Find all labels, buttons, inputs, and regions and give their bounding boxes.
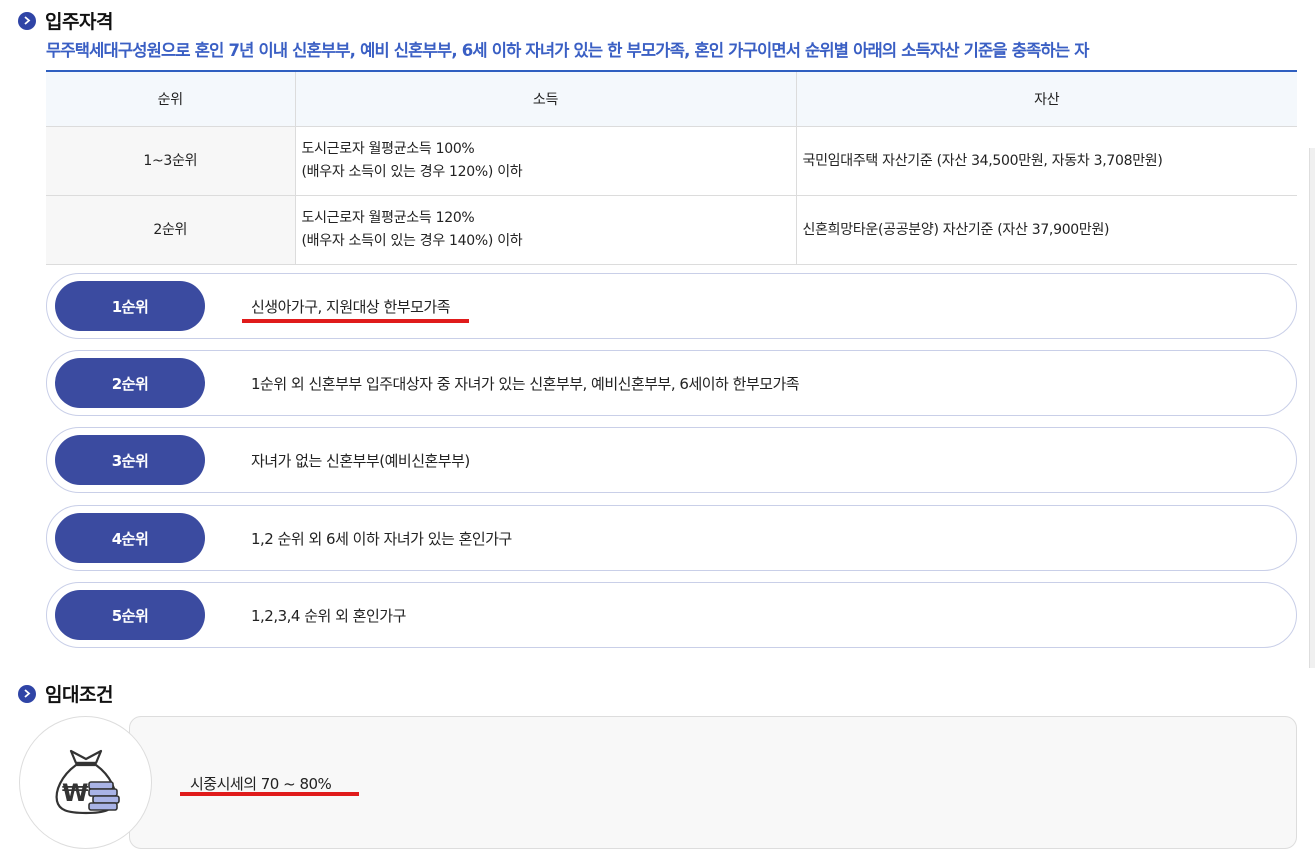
priority-item-3: 3순위 자녀가 없는 신혼부부(예비신혼부부) bbox=[46, 427, 1297, 493]
priority-text: 1,2 순위 외 6세 이하 자녀가 있는 혼인가구 bbox=[251, 530, 512, 548]
highlight-underline bbox=[180, 792, 359, 796]
eligibility-heading: 입주자격 bbox=[18, 7, 113, 34]
assets-cell: 국민임대주택 자산기준 (자산 34,500만원, 자동차 3,708만원) bbox=[796, 126, 1297, 196]
priority-item-5: 5순위 1,2,3,4 순위 외 혼인가구 bbox=[46, 582, 1297, 648]
scrollbar[interactable] bbox=[1309, 148, 1315, 668]
eligibility-description: 무주택세대구성원으로 혼인 7년 이내 신혼부부, 예비 신혼부부, 6세 이하… bbox=[46, 41, 1089, 60]
income-line: 도시근로자 월평균소득 120% bbox=[301, 210, 475, 226]
highlight-underline bbox=[242, 319, 469, 323]
table-row: 2순위 도시근로자 월평균소득 120% (배우자 소득이 있는 경우 140%… bbox=[46, 195, 1297, 265]
income-line: 도시근로자 월평균소득 100% bbox=[301, 141, 475, 157]
column-header: 자산 bbox=[796, 72, 1297, 127]
section-title: 임대조건 bbox=[45, 684, 113, 706]
income-cell: 도시근로자 월평균소득 120% (배우자 소득이 있는 경우 140%) 이하 bbox=[295, 195, 797, 265]
table-header-row: 순위 소득 자산 bbox=[46, 72, 1297, 127]
rental-text: 시중시세의 70 ~ 80% bbox=[190, 775, 332, 793]
priority-text: 1순위 외 신혼부부 입주대상자 중 자녀가 있는 신혼부부, 예비신혼부부, … bbox=[251, 375, 800, 393]
section-title: 입주자격 bbox=[45, 11, 113, 33]
income-cell: 도시근로자 월평균소득 100% (배우자 소득이 있는 경우 120%) 이하 bbox=[295, 126, 797, 196]
chevron-right-icon bbox=[18, 11, 36, 30]
priority-badge: 2순위 bbox=[55, 358, 205, 408]
priority-badge: 4순위 bbox=[55, 513, 205, 563]
money-bag-icon: ₩ bbox=[19, 716, 152, 849]
priority-badge: 1순위 bbox=[55, 281, 205, 331]
rank-cell: 1~3순위 bbox=[46, 126, 296, 196]
column-header: 순위 bbox=[46, 72, 296, 127]
priority-badge: 3순위 bbox=[55, 435, 205, 485]
svg-text:₩: ₩ bbox=[62, 779, 89, 807]
priority-text: 1,2,3,4 순위 외 혼인가구 bbox=[251, 607, 406, 625]
priority-item-2: 2순위 1순위 외 신혼부부 입주대상자 중 자녀가 있는 신혼부부, 예비신혼… bbox=[46, 350, 1297, 416]
priority-item-1: 1순위 신생아가구, 지원대상 한부모가족 bbox=[46, 273, 1297, 339]
table-row: 1~3순위 도시근로자 월평균소득 100% (배우자 소득이 있는 경우 12… bbox=[46, 126, 1297, 196]
assets-cell: 신혼희망타운(공공분양) 자산기준 (자산 37,900만원) bbox=[796, 195, 1297, 265]
income-line: (배우자 소득이 있는 경우 120%) 이하 bbox=[301, 164, 523, 180]
chevron-right-icon bbox=[18, 684, 36, 703]
income-line: (배우자 소득이 있는 경우 140%) 이하 bbox=[301, 233, 523, 249]
priority-badge: 5순위 bbox=[55, 590, 205, 640]
rank-cell: 2순위 bbox=[46, 195, 296, 265]
priority-item-4: 4순위 1,2 순위 외 6세 이하 자녀가 있는 혼인가구 bbox=[46, 505, 1297, 571]
priority-text: 신생아가구, 지원대상 한부모가족 bbox=[251, 298, 451, 316]
column-header: 소득 bbox=[295, 72, 797, 127]
priority-text: 자녀가 없는 신혼부부(예비신혼부부) bbox=[251, 452, 470, 470]
eligibility-table: 순위 소득 자산 1~3순위 도시근로자 월평균소득 100% (배우자 소득이… bbox=[46, 72, 1297, 265]
rental-heading: 임대조건 bbox=[18, 680, 113, 707]
